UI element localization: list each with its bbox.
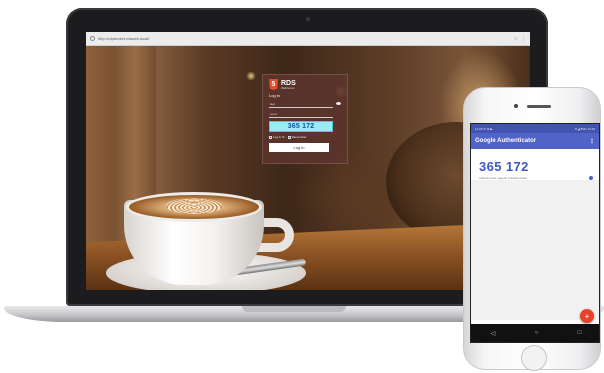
username-field[interactable]: sup [269, 101, 333, 108]
login-button[interactable]: Log in [269, 143, 329, 152]
app-bar: Google Authenticator ⋮ [471, 133, 599, 149]
eye-icon[interactable] [336, 101, 341, 105]
phone-speaker [527, 105, 551, 108]
latte-art [166, 198, 222, 214]
kebab-menu-icon[interactable]: ⋮ [589, 138, 595, 145]
phone-home-button[interactable] [521, 345, 547, 371]
checkbox-icon[interactable] [287, 135, 291, 139]
laptop-notch [242, 306, 346, 312]
html5-shield-icon: 5 [269, 79, 278, 90]
login-panel: 5 RDS Webfence Log in sup ••••••• 365 17… [262, 74, 348, 164]
option-1[interactable]: Log in % [269, 135, 285, 139]
login-options: Log in % Remember [269, 135, 341, 139]
recents-icon[interactable]: □ [578, 330, 582, 336]
status-left: 14:26 ✉ ⚙ ▶ [475, 126, 493, 131]
auth-code[interactable]: 365 172 [479, 159, 599, 174]
webcam [306, 17, 310, 21]
option-2-label: Remember [291, 135, 307, 139]
status-right: ▼◢ 86% 14:26 [574, 126, 595, 131]
back-icon[interactable]: ◁ [491, 330, 496, 337]
password-field[interactable]: ••••••• [269, 111, 333, 118]
phone-status-bar: 14:26 ✉ ⚙ ▶ ▼◢ 86% 14:26 [471, 124, 599, 133]
option-1-label: Log in % [273, 135, 285, 139]
username-row: sup [269, 98, 341, 108]
option-2[interactable]: Remember [287, 135, 307, 139]
login-logo: 5 RDS Webfence [269, 79, 341, 90]
logo-text: RDS Webfence [281, 80, 296, 90]
otp-code-field[interactable]: 365 172 [269, 121, 333, 132]
phone-front-camera [514, 104, 518, 108]
phone-content-area [471, 180, 599, 320]
checkbox-icon[interactable] [269, 135, 272, 139]
add-icon[interactable]: + [580, 309, 594, 323]
app-title: Google Authenticator [475, 138, 537, 144]
phone-screen: 14:26 ✉ ⚙ ▶ ▼◢ 86% 14:26 Google Authenti… [470, 123, 600, 343]
android-nav-bar: ◁ ○ □ [471, 324, 599, 342]
app-subtitle: Webfence [281, 85, 295, 90]
home-icon[interactable]: ○ [535, 330, 539, 336]
